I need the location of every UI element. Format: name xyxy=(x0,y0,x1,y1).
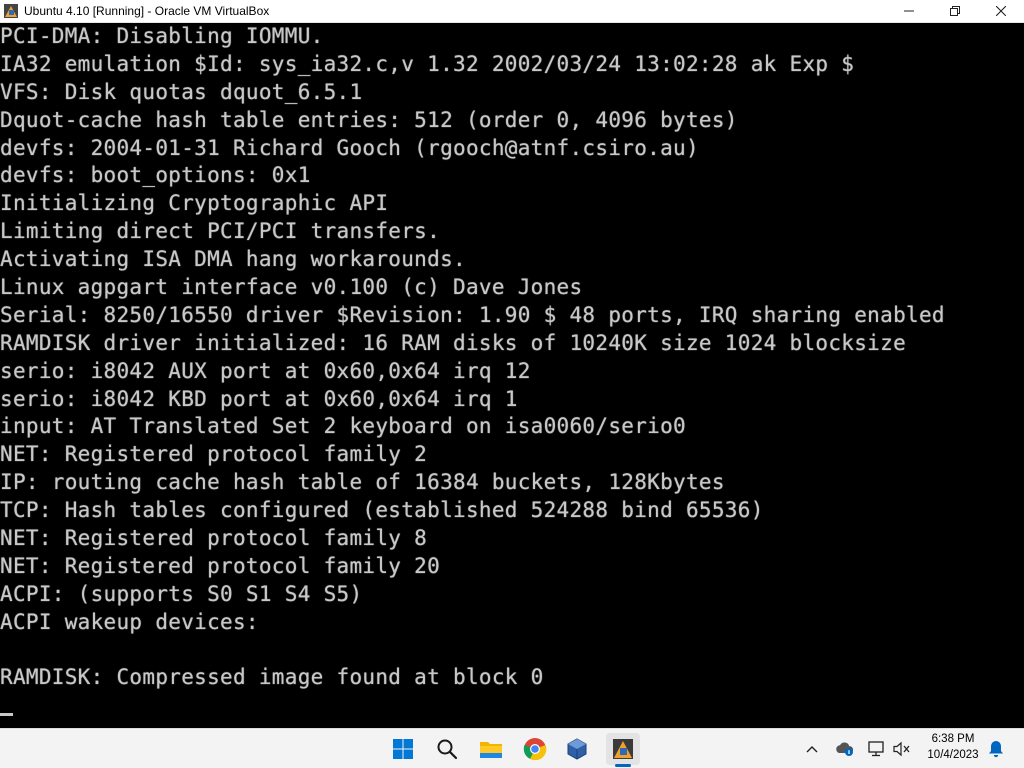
console-line: devfs: 2004-01-31 Richard Gooch (rgooch@… xyxy=(0,135,699,160)
show-hidden-icons-button[interactable] xyxy=(801,737,823,761)
console-line: PCI-DMA: Disabling IOMMU. xyxy=(0,24,324,48)
console-line: input: AT Translated Set 2 keyboard on i… xyxy=(0,414,686,439)
console-line: ACPI: (supports S0 S1 S4 S5) xyxy=(0,581,363,606)
minimize-button[interactable] xyxy=(886,0,932,22)
onedrive-icon xyxy=(836,742,854,756)
chevron-up-icon xyxy=(806,746,818,753)
file-explorer-button[interactable] xyxy=(474,733,508,765)
console-line: Limiting direct PCI/PCI transfers. xyxy=(0,219,441,244)
virtualbox-vm-button[interactable] xyxy=(606,733,640,765)
console-line: NET: Registered protocol family 8 xyxy=(0,526,428,551)
console-line: RAMDISK driver initialized: 16 RAM disks… xyxy=(0,330,907,355)
console-line: TCP: Hash tables configured (established… xyxy=(0,498,764,523)
virtualbox-manager-icon xyxy=(567,738,587,760)
console-line: Initializing Cryptographic API xyxy=(0,191,389,216)
start-button[interactable] xyxy=(386,733,420,765)
close-button[interactable] xyxy=(978,0,1024,22)
network-icon xyxy=(868,741,884,757)
minimize-icon xyxy=(904,10,914,12)
virtualbox-icon xyxy=(4,4,18,18)
console-line: Activating ISA DMA hang workarounds. xyxy=(0,247,466,272)
chrome-icon xyxy=(523,738,547,761)
console-line: IA32 emulation $Id: sys_ia32.c,v 1.32 20… xyxy=(0,51,855,76)
console-line: serio: i8042 AUX port at 0x60,0x64 irq 1… xyxy=(0,358,531,383)
notification-bell-icon xyxy=(989,741,1003,758)
console-line: serio: i8042 KBD port at 0x60,0x64 irq 1 xyxy=(0,386,518,411)
active-app-indicator xyxy=(615,764,631,767)
chrome-button[interactable] xyxy=(518,733,552,765)
search-icon xyxy=(437,739,458,760)
maximize-icon xyxy=(950,6,960,16)
window-title: Ubuntu 4.10 [Running] - Oracle VM Virtua… xyxy=(24,4,270,18)
console-line: IP: routing cache hash table of 16384 bu… xyxy=(0,470,725,495)
taskbar: 6:38 PM 10/4/2023 xyxy=(0,728,1024,768)
network-button[interactable] xyxy=(866,737,888,761)
console-cursor xyxy=(0,713,13,716)
console-output: PCI-DMA: Disabling IOMMU. IA32 emulation… xyxy=(0,23,945,692)
console-line: ACPI wakeup devices: xyxy=(0,609,259,634)
virtualbox-vm-icon xyxy=(613,739,633,759)
notifications-button[interactable] xyxy=(985,737,1007,761)
window-title-bar[interactable]: Ubuntu 4.10 [Running] - Oracle VM Virtua… xyxy=(0,0,1024,23)
search-button[interactable] xyxy=(430,733,464,765)
console-line: Dquot-cache hash table entries: 512 (ord… xyxy=(0,107,738,132)
console-line: NET: Registered protocol family 2 xyxy=(0,442,428,467)
onedrive-button[interactable] xyxy=(834,737,856,761)
file-explorer-icon xyxy=(480,742,502,758)
clock[interactable]: 6:38 PM 10/4/2023 xyxy=(918,731,988,763)
console-line: Serial: 8250/16550 driver $Revision: 1.9… xyxy=(0,302,945,327)
console-line: NET: Registered protocol family 20 xyxy=(0,553,441,578)
clock-time: 6:38 PM xyxy=(931,733,975,745)
clock-date: 10/4/2023 xyxy=(927,749,979,761)
console-line: VFS: Disk quotas dquot_6.5.1 xyxy=(0,79,363,104)
console-line: devfs: boot_options: 0x1 xyxy=(0,163,311,188)
volume-muted-icon xyxy=(893,741,910,757)
virtualbox-manager-button[interactable] xyxy=(560,733,594,765)
start-icon xyxy=(393,739,413,759)
console-line: Linux agpgart interface v0.100 (c) Dave … xyxy=(0,275,583,300)
vm-console-screen[interactable]: PCI-DMA: Disabling IOMMU. IA32 emulation… xyxy=(0,23,1024,728)
maximize-button[interactable] xyxy=(932,0,978,22)
volume-button[interactable] xyxy=(891,737,913,761)
close-icon xyxy=(996,6,1006,16)
console-line: RAMDISK: Compressed image found at block… xyxy=(0,665,544,690)
